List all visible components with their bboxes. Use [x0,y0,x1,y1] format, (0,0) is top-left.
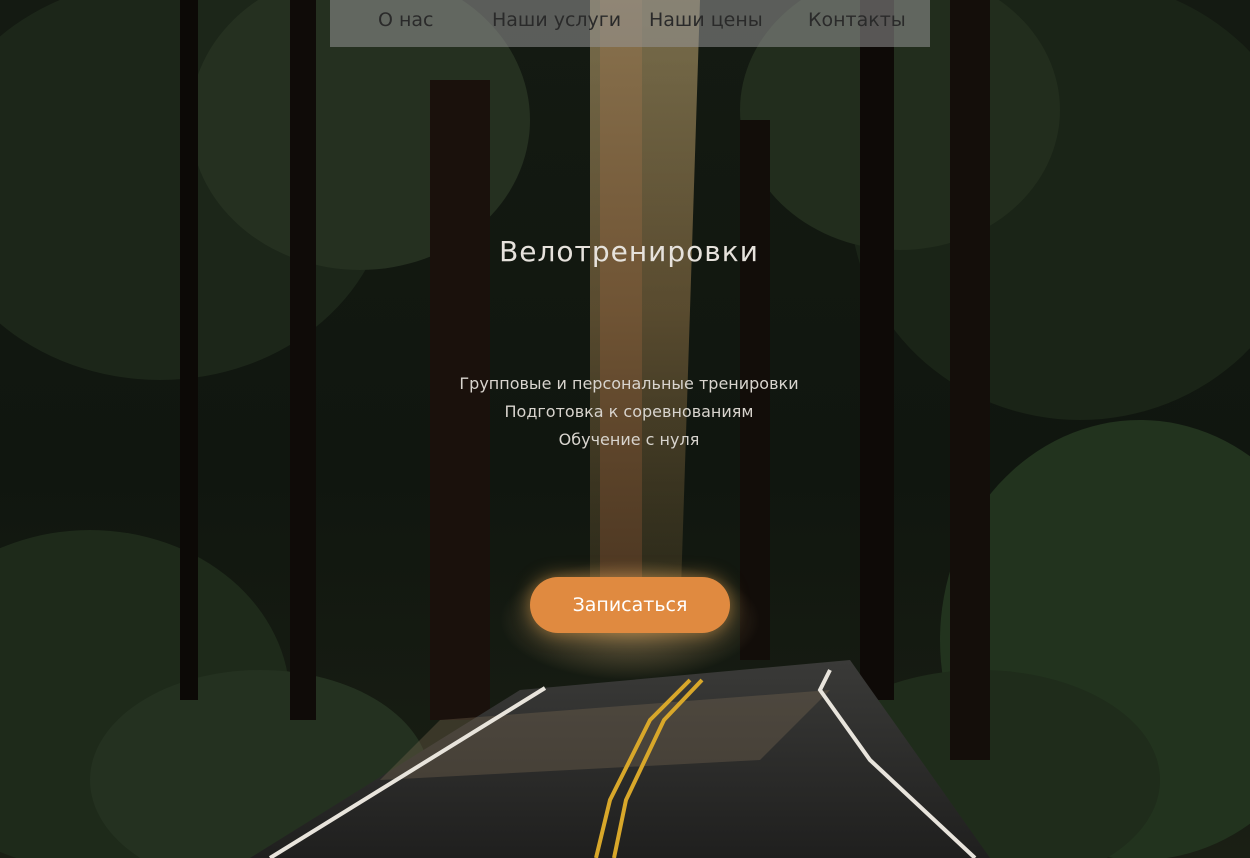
feature-item: Подготовка к соревнованиям [504,402,754,421]
nav-item-prices[interactable]: Наши цены [649,9,763,31]
features-list: Групповые и персональные тренировки Подг… [0,370,1250,454]
feature-item: Групповые и персональные тренировки [459,374,799,393]
hero-title: Велотренировки [499,235,759,268]
feature-item: Обучение с нуля [558,430,700,449]
nav-item-contacts[interactable]: Контакты [808,9,906,31]
signup-button[interactable]: Записаться [530,577,730,633]
nav-item-about[interactable]: О нас [378,9,434,31]
nav-item-services[interactable]: Наши услуги [492,9,621,31]
top-navigation: О нас Наши услуги Наши цены Контакты [330,0,930,47]
